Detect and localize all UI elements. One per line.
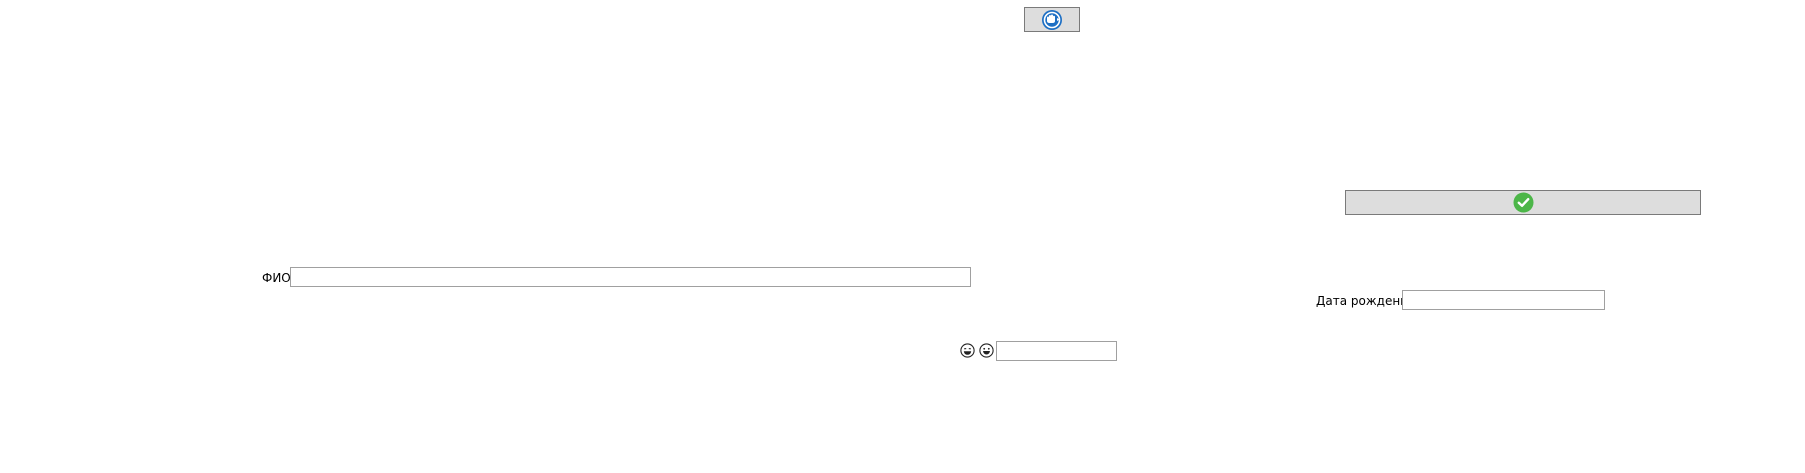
confirm-button[interactable]	[1345, 190, 1701, 215]
check-circle-icon	[1513, 192, 1533, 213]
grinning-face-icon	[960, 343, 975, 358]
fio-label: ФИО	[262, 271, 291, 285]
birthdate-input[interactable]	[1402, 290, 1605, 310]
emoji-input[interactable]	[996, 341, 1117, 361]
top-icon-button[interactable]	[1024, 7, 1080, 32]
fio-input[interactable]	[290, 267, 971, 287]
smiling-face-icon	[979, 343, 994, 358]
refresh-hand-icon	[1042, 9, 1062, 30]
birthdate-label: Дата рождения	[1316, 294, 1416, 308]
form-canvas: ФИО Дата рождения	[0, 0, 1805, 473]
